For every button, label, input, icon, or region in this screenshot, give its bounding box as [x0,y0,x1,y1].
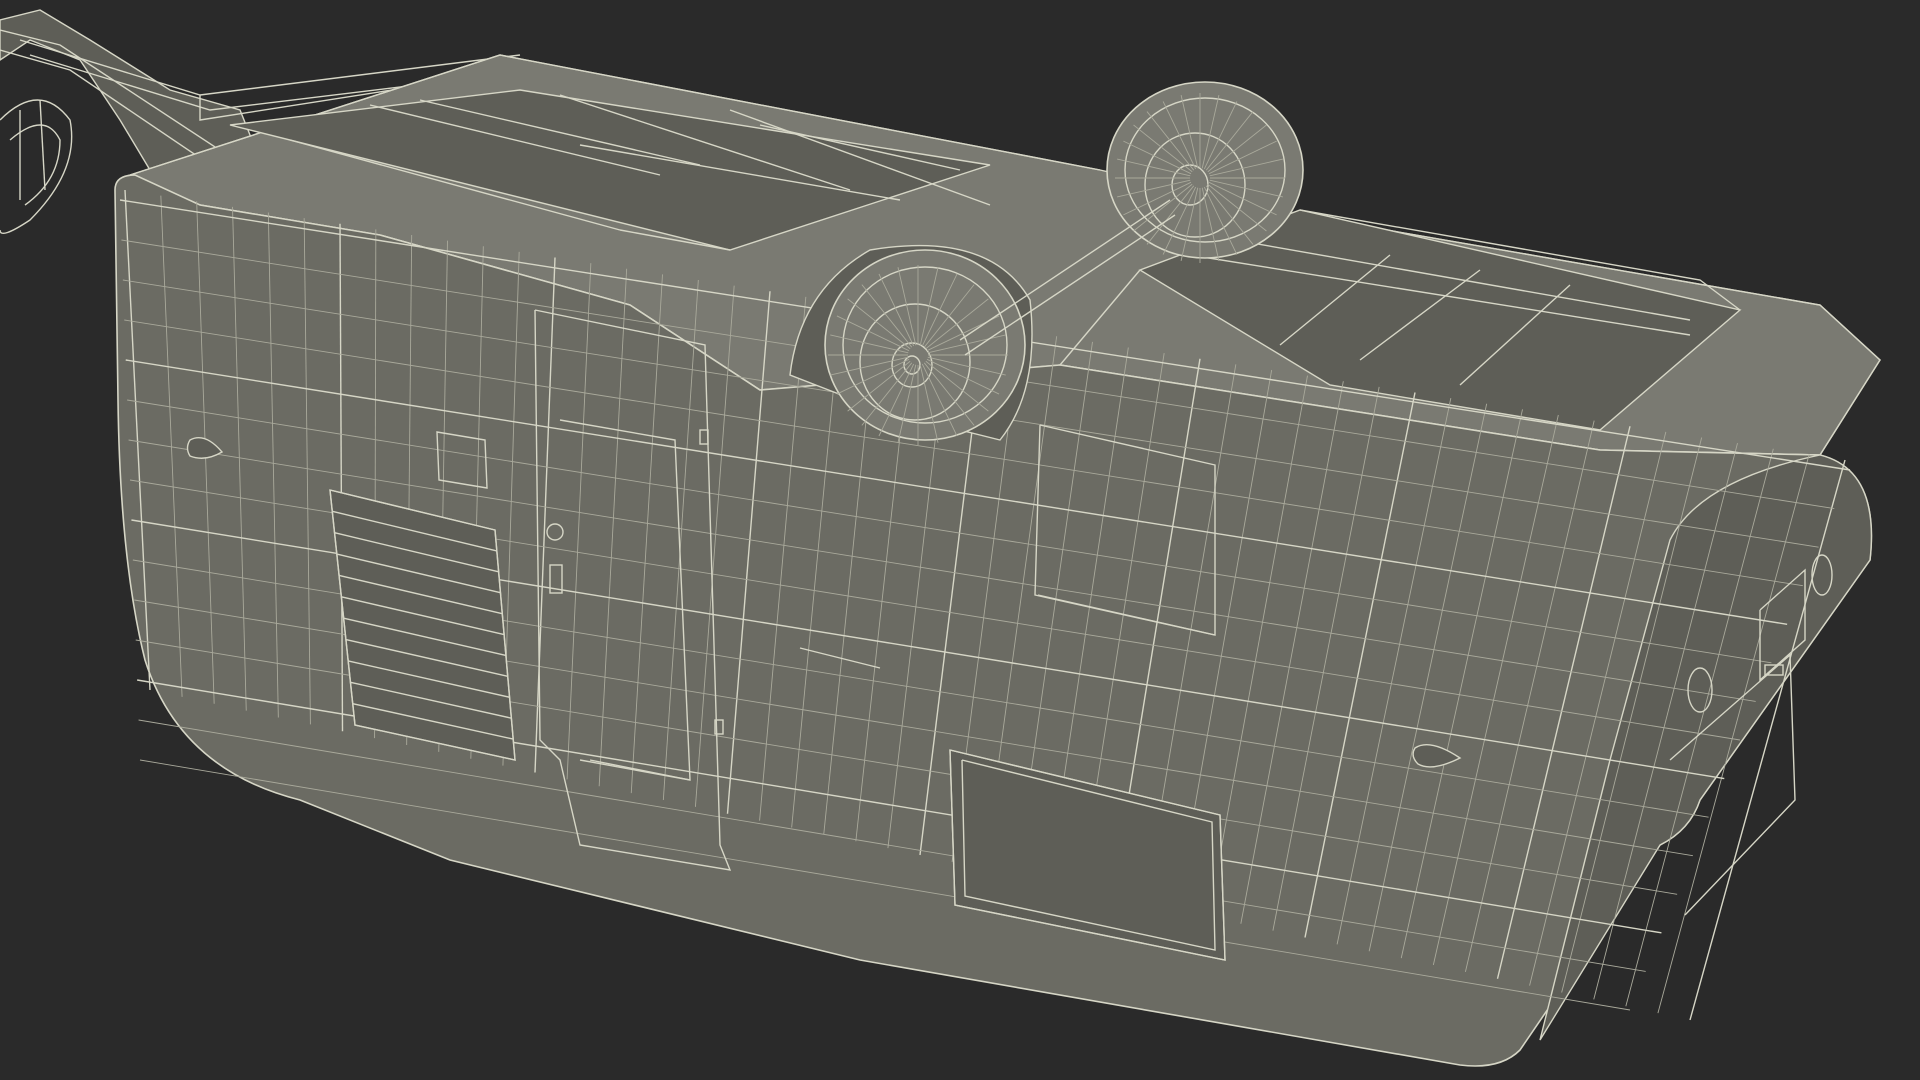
wireframe-render-viewport [0,9,1881,1067]
louver-vent [329,489,516,761]
